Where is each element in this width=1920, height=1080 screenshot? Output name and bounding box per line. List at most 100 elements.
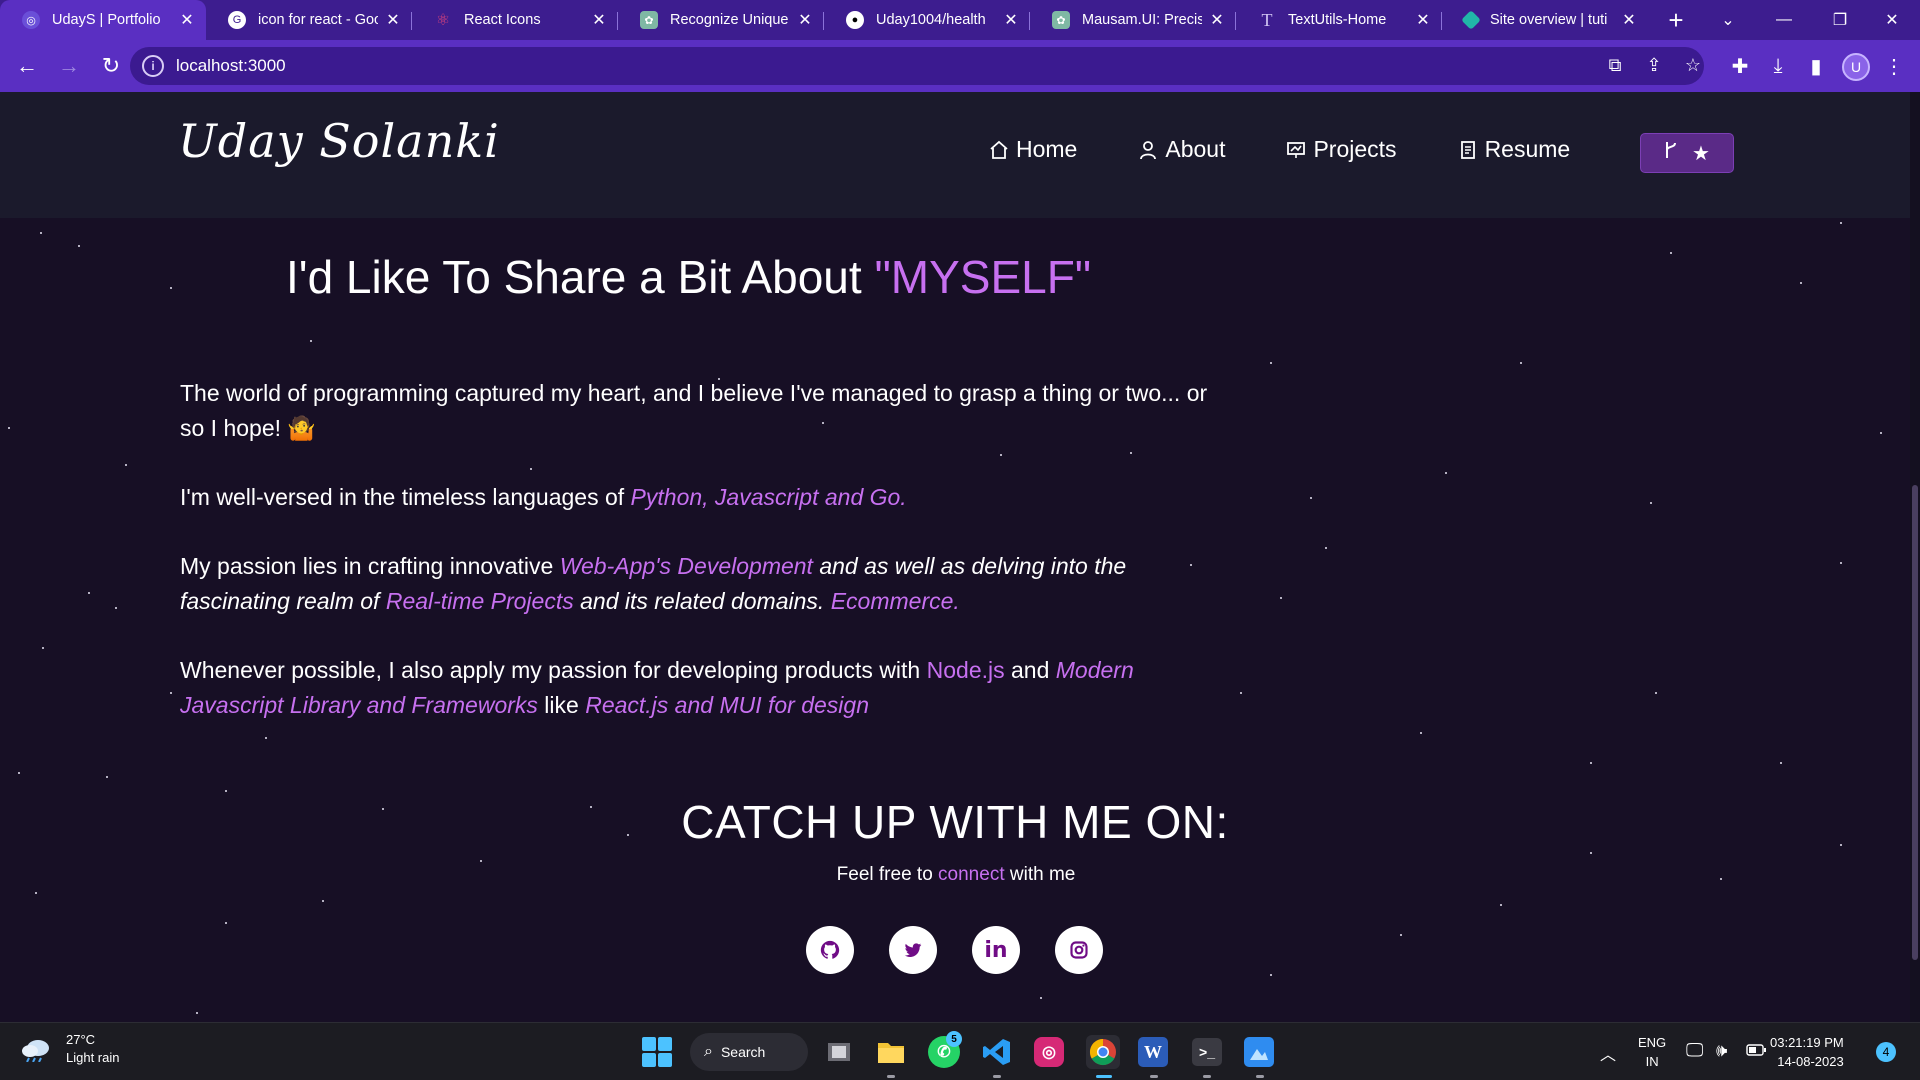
search-label: Search (720, 1044, 766, 1060)
tab-textutils[interactable]: T TextUtils-Home ✕ (1236, 0, 1442, 40)
photos-icon[interactable] (1244, 1037, 1274, 1067)
close-icon[interactable]: ✕ (1620, 10, 1638, 30)
weather-condition: Light rain (66, 1050, 120, 1065)
paragraph-text: I'm well-versed in the timeless language… (180, 484, 631, 510)
window-close-button[interactable]: ✕ (1864, 0, 1920, 40)
projects-icon (1285, 139, 1307, 161)
site-navbar: Uday Solanki Home About Projects Resume … (0, 92, 1910, 218)
close-icon[interactable]: ✕ (1002, 10, 1020, 30)
running-indicator (1150, 1075, 1158, 1078)
react-favicon: ⚛ (435, 12, 451, 29)
battery-icon[interactable] (1746, 1044, 1766, 1059)
nav-about[interactable]: About (1137, 136, 1225, 163)
taskbar-search[interactable]: ⌕ Search (690, 1033, 808, 1071)
paragraph-text: Whenever possible, I also apply my passi… (180, 657, 927, 683)
active-indicator (1096, 1075, 1112, 1078)
bookmark-star-icon[interactable]: ☆ (1682, 54, 1704, 76)
chrome-icon[interactable] (1086, 1035, 1120, 1069)
star-icon: ★ (1692, 142, 1710, 165)
site-info-icon[interactable]: i (142, 55, 164, 77)
instagram-icon[interactable] (1055, 926, 1103, 974)
subtext: Feel free to (836, 864, 939, 885)
highlight-webapp: Web-App's Development (559, 553, 813, 579)
profile-avatar[interactable]: U (1842, 53, 1870, 81)
nav-projects[interactable]: Projects (1285, 136, 1397, 163)
close-icon[interactable]: ✕ (590, 10, 608, 30)
volume-icon[interactable]: 🕪 (1716, 1040, 1727, 1061)
tab-portfolio[interactable]: ◎ UdayS | Portfolio ✕ (0, 0, 206, 40)
social-heading: CATCH UP WITH ME ON: (681, 796, 1229, 848)
tray-overflow-icon[interactable]: ︿ (1600, 1041, 1616, 1065)
portfolio-favicon: ◎ (22, 11, 40, 29)
connect-link[interactable]: connect (938, 864, 1005, 885)
language-indicator[interactable]: ENG IN (1638, 1033, 1666, 1071)
close-icon[interactable]: ✕ (796, 10, 814, 30)
side-panel-icon[interactable]: ▮ (1802, 52, 1830, 80)
minimize-button[interactable]: — (1756, 0, 1812, 40)
tab-title: Site overview | tuti (1490, 12, 1608, 28)
tab-react-icons[interactable]: ⚛ React Icons ✕ (412, 0, 618, 40)
tab-recognize[interactable]: ✿ Recognize Unique ✕ (618, 0, 824, 40)
text-favicon: T (1261, 9, 1273, 30)
paragraph-text: and (1004, 657, 1056, 683)
github-star-button[interactable]: ★ (1640, 133, 1734, 173)
extensions-icon[interactable]: ✚ (1726, 52, 1754, 80)
netlify-favicon (1461, 10, 1481, 30)
highlight-realtime: Real-time Projects (385, 588, 574, 614)
forward-icon[interactable]: → (50, 47, 88, 85)
url-text[interactable]: localhost:3000 (176, 56, 286, 76)
clock-time: 03:21:19 PM (1770, 1035, 1844, 1050)
language-code: ENG (1638, 1035, 1667, 1050)
user-icon (1137, 139, 1159, 161)
scrollbar-thumb[interactable] (1912, 485, 1918, 960)
tab-search-icon[interactable]: ⌄ (1700, 0, 1756, 40)
open-in-app-icon[interactable]: ⧉ (1604, 54, 1626, 76)
share-icon[interactable]: ⇪ (1643, 54, 1665, 76)
system-clock[interactable]: 03:21:19 PM 14-08-2023 (1770, 1033, 1844, 1071)
windows-start-icon[interactable] (642, 1037, 672, 1067)
linkedin-icon[interactable]: in (972, 926, 1020, 974)
tab-title: Mausam.UI: Precise (1082, 12, 1202, 28)
highlight-react-mui: React.js and MUI for design (585, 692, 869, 718)
restore-button[interactable]: ❐ (1812, 0, 1868, 40)
close-icon[interactable]: ✕ (384, 10, 402, 30)
tab-title: Uday1004/health (876, 12, 986, 28)
close-icon[interactable]: ✕ (1208, 10, 1226, 30)
tab-google[interactable]: G icon for react - Goo ✕ (206, 0, 412, 40)
download-icon[interactable]: ⤓ (1764, 52, 1792, 80)
temperature: 27°C (66, 1032, 96, 1047)
instagram-app-icon[interactable]: ◎ (1034, 1037, 1064, 1067)
site-logo[interactable]: Uday Solanki (178, 114, 500, 168)
tab-github[interactable]: ● Uday1004/health ✕ (824, 0, 1030, 40)
nav-label: Projects (1313, 136, 1397, 162)
highlight-ecommerce: Ecommerce. (830, 588, 960, 614)
nav-links: Home About Projects Resume (988, 136, 1630, 163)
shrug-emoji: 🤷 (287, 415, 317, 441)
tab-title: icon for react - Goo (258, 12, 378, 28)
close-icon[interactable]: ✕ (1414, 10, 1432, 30)
google-favicon: G (228, 11, 246, 29)
terminal-icon[interactable]: >_ (1192, 1038, 1222, 1066)
tab-mausam[interactable]: ✿ Mausam.UI: Precise ✕ (1030, 0, 1236, 40)
github-icon[interactable] (806, 926, 854, 974)
new-tab-button[interactable]: + (1656, 0, 1696, 40)
nav-resume[interactable]: Resume (1457, 136, 1570, 163)
address-bar[interactable]: i localhost:3000 (130, 47, 1704, 85)
vscode-icon[interactable] (980, 1035, 1014, 1069)
back-icon[interactable]: ← (8, 47, 46, 85)
close-icon[interactable]: ✕ (178, 10, 196, 30)
tab-site-overview[interactable]: Site overview | tuti ✕ (1442, 0, 1648, 40)
nav-home[interactable]: Home (988, 136, 1077, 163)
notification-badge[interactable]: 4 (1876, 1042, 1896, 1062)
tab-title: React Icons (464, 12, 541, 28)
about-paragraph-3: My passion lies in crafting innovative W… (180, 549, 1210, 619)
file-explorer-icon[interactable] (874, 1035, 908, 1069)
menu-icon[interactable]: ⋮ (1880, 52, 1908, 80)
reload-icon[interactable]: ↻ (92, 47, 130, 85)
weather-widget[interactable]: 27°C Light rain (20, 1031, 119, 1067)
task-view-icon[interactable] (822, 1035, 856, 1069)
network-icon[interactable]: 🖵 (1686, 1040, 1703, 1061)
twitter-icon[interactable] (889, 926, 937, 974)
tab-title: UdayS | Portfolio (52, 12, 161, 28)
word-icon[interactable]: W (1138, 1037, 1168, 1067)
